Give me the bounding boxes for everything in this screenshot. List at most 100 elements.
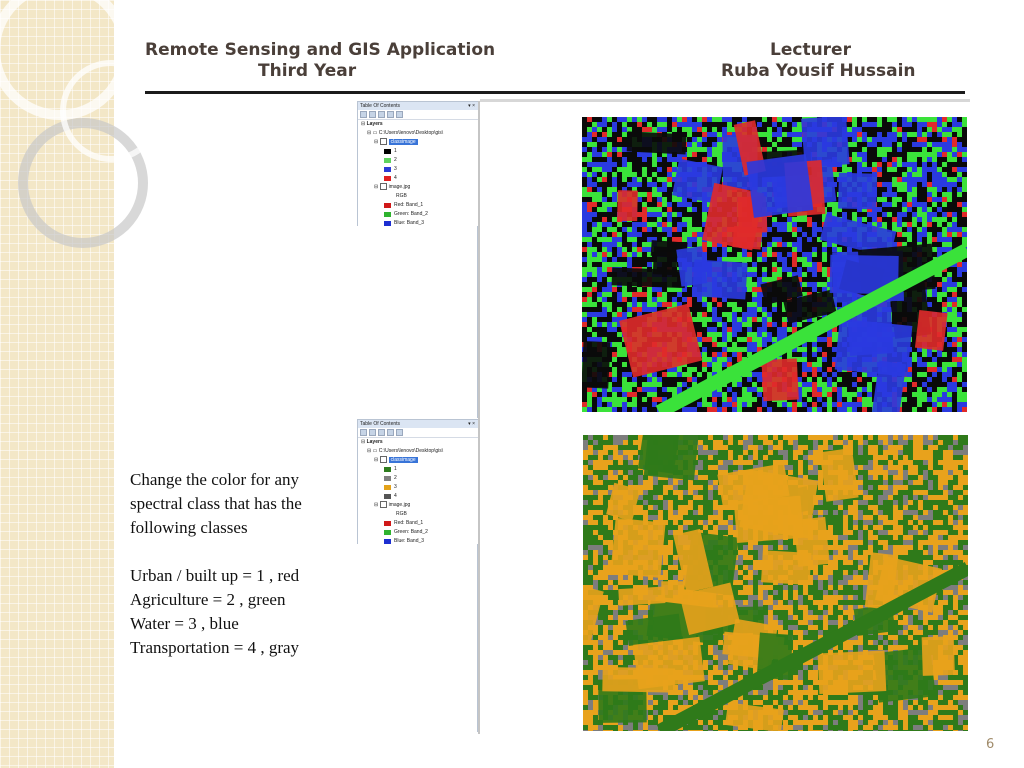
- toc-close-icon[interactable]: ▾ ×: [468, 420, 475, 428]
- band-swatch: [384, 212, 391, 217]
- classified-map-top[interactable]: [582, 117, 967, 412]
- folder-path: C:\Users\lenovo\Desktop\gis\: [378, 130, 444, 136]
- image-layer-name[interactable]: image.jpg: [389, 502, 411, 508]
- band-swatch: [384, 203, 391, 208]
- layer-visibility-checkbox[interactable]: [379, 138, 387, 146]
- toc-band-row[interactable]: Red: Band_1: [358, 201, 478, 210]
- band-swatch: [384, 521, 391, 526]
- class-rule: Water = 3 , blue: [130, 614, 239, 633]
- class-swatch[interactable]: [384, 158, 391, 163]
- class-label: 2: [394, 475, 397, 481]
- list-by-selection-icon[interactable]: [387, 429, 394, 436]
- band-channel: Red:: [394, 202, 405, 208]
- class-label: 4: [394, 493, 397, 499]
- toc-class-row[interactable]: 4: [358, 492, 478, 501]
- list-by-source-icon[interactable]: [369, 111, 376, 118]
- layer-visibility-checkbox[interactable]: [379, 183, 387, 191]
- table-of-contents-top: Table Of Contents ▾ × ⊟ Layers ⊟ ▭ C:\Us…: [357, 101, 479, 228]
- class-rule: Urban / built up = 1 , red: [130, 566, 300, 585]
- toc-band-row[interactable]: Red: Band_1: [358, 519, 478, 528]
- layers-root-label: Layers: [366, 439, 383, 445]
- class-layer-name[interactable]: classimage: [388, 139, 418, 145]
- band-name: Band_2: [410, 529, 428, 535]
- options-icon[interactable]: [396, 111, 403, 118]
- folder-path: C:\Users\lenovo\Desktop\gis\: [378, 448, 444, 454]
- list-by-drawing-order-icon[interactable]: [360, 429, 367, 436]
- class-label: 1: [394, 148, 397, 154]
- toc-class-row[interactable]: 1: [358, 147, 478, 156]
- class-layer-name[interactable]: classimage: [388, 457, 418, 463]
- list-by-selection-icon[interactable]: [387, 111, 394, 118]
- toc-folder[interactable]: ⊟ ▭ C:\Users\lenovo\Desktop\gis\: [358, 447, 478, 456]
- band-name: Band_1: [405, 520, 424, 526]
- decorative-side-strip: [0, 0, 162, 768]
- toc-image-layer[interactable]: ⊟ image.jpg: [358, 501, 478, 510]
- toc-image-mode: RGB: [358, 510, 478, 519]
- image-mode-label: RGB: [396, 193, 407, 199]
- toc-class-row[interactable]: 4: [358, 174, 478, 183]
- list-by-visibility-icon[interactable]: [378, 111, 385, 118]
- band-channel: Red:: [394, 520, 405, 526]
- toc-class-layer[interactable]: ⊟ classimage: [358, 456, 478, 465]
- toc-image-mode: RGB: [358, 192, 478, 201]
- header-divider: [145, 91, 965, 94]
- band-channel: Green:: [394, 529, 410, 535]
- toc-class-row[interactable]: 1: [358, 465, 478, 474]
- layer-visibility-checkbox[interactable]: [379, 456, 387, 464]
- instruction-line: spectral class that has the: [130, 494, 302, 513]
- layers-root-label: Layers: [366, 121, 383, 127]
- lecturer-label: Lecturer: [770, 40, 851, 60]
- toc-class-row[interactable]: 2: [358, 156, 478, 165]
- class-swatch[interactable]: [384, 476, 391, 481]
- course-year: Third Year: [258, 61, 357, 81]
- toc-class-row[interactable]: 2: [358, 474, 478, 483]
- list-by-visibility-icon[interactable]: [378, 429, 385, 436]
- folder-icon: ⊟ ▭: [367, 448, 379, 454]
- classified-map-bottom[interactable]: [583, 435, 968, 731]
- image-layer-name[interactable]: image.jpg: [389, 184, 411, 190]
- class-swatch[interactable]: [384, 176, 391, 181]
- class-swatch[interactable]: [384, 467, 391, 472]
- list-by-source-icon[interactable]: [369, 429, 376, 436]
- toc-image-layer[interactable]: ⊟ image.jpg: [358, 183, 478, 192]
- class-label: 4: [394, 175, 397, 181]
- toc-toolbar: [358, 428, 478, 438]
- class-swatch[interactable]: [384, 494, 391, 499]
- toc-class-layer[interactable]: ⊟ classimage: [358, 138, 478, 147]
- toc-title: Table Of Contents: [360, 103, 401, 109]
- toc-folder[interactable]: ⊟ ▭ C:\Users\lenovo\Desktop\gis\: [358, 129, 478, 138]
- toc-class-row[interactable]: 3: [358, 483, 478, 492]
- classified-image-recolored: [583, 435, 968, 731]
- band-name: Band_2: [410, 211, 428, 217]
- page-number: 6: [986, 737, 995, 752]
- toc-band-row[interactable]: Green: Band_2: [358, 210, 478, 219]
- lecturer-name: Ruba Yousif Hussain: [721, 61, 916, 81]
- class-swatch[interactable]: [384, 167, 391, 172]
- toc-empty-area: [357, 226, 478, 418]
- table-of-contents-bottom: Table Of Contents ▾ × ⊟ Layers ⊟ ▭ C:\Us…: [357, 419, 479, 546]
- panel-splitter[interactable]: [478, 101, 480, 734]
- toc-class-row[interactable]: 3: [358, 165, 478, 174]
- class-label: 2: [394, 157, 397, 163]
- toc-title-bar: Table Of Contents ▾ ×: [358, 420, 478, 428]
- options-icon[interactable]: [396, 429, 403, 436]
- toc-toolbar: [358, 110, 478, 120]
- class-swatch[interactable]: [384, 149, 391, 154]
- class-label: 3: [394, 166, 397, 172]
- instruction-line: following classes: [130, 518, 248, 537]
- toc-close-icon[interactable]: ▾ ×: [468, 102, 475, 110]
- toc-root[interactable]: ⊟ Layers: [358, 438, 478, 447]
- toc-title: Table Of Contents: [360, 421, 401, 427]
- toc-band-row[interactable]: Green: Band_2: [358, 528, 478, 537]
- toc-root[interactable]: ⊟ Layers: [358, 120, 478, 129]
- list-by-drawing-order-icon[interactable]: [360, 111, 367, 118]
- course-title: Remote Sensing and GIS Application: [145, 40, 496, 60]
- decorative-ring: [60, 60, 162, 162]
- class-swatch[interactable]: [384, 485, 391, 490]
- instruction-block: Change the color for any spectral class …: [130, 468, 345, 660]
- classified-image-rgbk: [582, 117, 967, 412]
- band-name: Band_1: [405, 202, 424, 208]
- layer-visibility-checkbox[interactable]: [379, 501, 387, 509]
- class-label: 3: [394, 484, 397, 490]
